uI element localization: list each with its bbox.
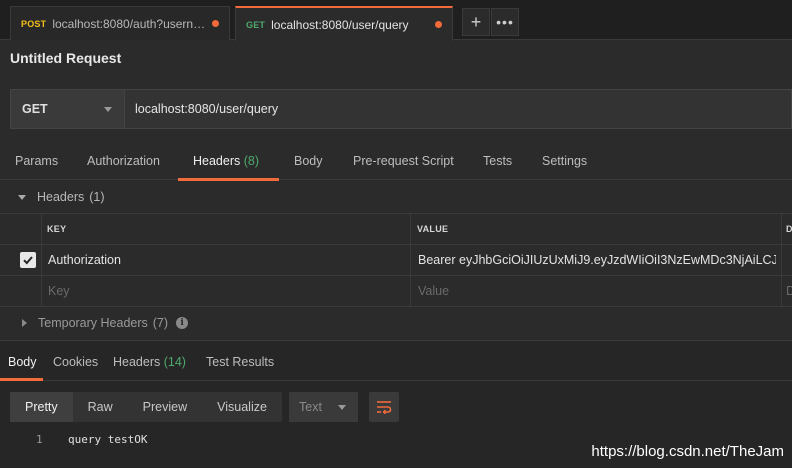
tab-tests[interactable]: Tests <box>483 154 512 168</box>
view-pretty-button[interactable]: Pretty <box>10 392 73 422</box>
temporary-headers-count: (7) <box>152 316 169 330</box>
tab-title: localhost:8080/user/query <box>271 17 409 32</box>
wrap-lines-icon <box>377 401 392 414</box>
tab-headers[interactable]: Headers (8) <box>193 154 259 168</box>
tab-body[interactable]: Body <box>294 154 323 168</box>
tab-headers-label: Headers <box>193 154 241 168</box>
tab-headers-count: (8) <box>243 154 260 168</box>
url-input-value: localhost:8080/user/query <box>135 102 279 116</box>
wrap-lines-button[interactable] <box>369 392 399 422</box>
plus-icon: + <box>470 11 482 32</box>
chevron-down-icon <box>338 405 346 410</box>
request-tab-get-user-query[interactable]: GET localhost:8080/user/query <box>235 6 453 41</box>
format-select[interactable]: Text <box>289 392 358 422</box>
url-bar: GET localhost:8080/user/query <box>10 89 792 129</box>
column-header-value: VALUE <box>417 224 449 234</box>
format-select-value: Text <box>299 400 322 414</box>
table-row-empty: Key Value D <box>0 276 792 307</box>
tab-authorization[interactable]: Authorization <box>87 154 160 168</box>
headers-table: KEY VALUE D Authorization Bearer eyJhbGc… <box>0 213 792 308</box>
request-tab-strip: POST localhost:8080/auth?usernam... GET … <box>0 0 792 41</box>
tab-settings[interactable]: Settings <box>542 154 587 168</box>
method-select[interactable]: GET <box>10 89 125 129</box>
response-tab-body[interactable]: Body <box>8 355 37 369</box>
active-tab-indicator <box>178 178 279 181</box>
header-key-cell[interactable]: Authorization <box>48 245 406 275</box>
code-line: query testOK <box>68 433 148 446</box>
active-response-tab-indicator <box>0 378 43 381</box>
request-config-tabs: Params Authorization Headers (8) Body Pr… <box>0 146 792 181</box>
column-header-key: KEY <box>47 224 67 234</box>
key-input-placeholder[interactable]: Key <box>48 276 406 306</box>
check-icon <box>23 256 33 265</box>
chevron-down-icon <box>104 107 112 112</box>
method-badge-get: GET <box>246 19 266 30</box>
url-input[interactable]: localhost:8080/user/query <box>125 89 792 129</box>
temporary-headers-title: Temporary Headers <box>38 316 148 330</box>
info-icon[interactable]: i <box>176 317 189 329</box>
response-tab-headers-label: Headers <box>113 355 161 369</box>
headers-section-count: (1) <box>89 190 105 204</box>
line-number: 1 <box>36 433 43 446</box>
response-pane: Body Cookies Headers (14) Test Results P… <box>0 340 792 468</box>
request-tab-post-auth[interactable]: POST localhost:8080/auth?usernam... <box>10 6 230 40</box>
watermark-text: https://blog.csdn.net/TheJam <box>591 443 784 460</box>
description-input-placeholder[interactable]: D <box>786 276 792 306</box>
view-raw-button[interactable]: Raw <box>73 392 128 422</box>
more-icon: ••• <box>496 14 514 30</box>
method-badge-post: POST <box>21 18 47 29</box>
table-row: Authorization Bearer eyJhbGciOiJIUzUxMiJ… <box>0 245 792 276</box>
column-header-description: D <box>786 224 792 234</box>
new-tab-button[interactable]: + <box>462 8 490 36</box>
unsaved-dot-icon <box>435 21 442 28</box>
headers-section-title: Headers <box>37 190 85 204</box>
tab-prerequest-script[interactable]: Pre-request Script <box>353 154 454 168</box>
view-mode-toggle: Pretty Raw Preview Visualize <box>10 392 282 422</box>
response-tabs: Body Cookies Headers (14) Test Results <box>0 341 792 381</box>
temporary-headers-toggle[interactable]: Temporary Headers (7) i <box>22 316 189 330</box>
caret-down-icon <box>18 194 26 200</box>
unsaved-dot-icon <box>212 20 219 27</box>
request-title[interactable]: Untitled Request <box>10 50 121 66</box>
tab-params[interactable]: Params <box>15 154 58 168</box>
table-header-row: KEY VALUE D <box>0 214 792 245</box>
headers-section-toggle[interactable]: Headers (1) <box>18 190 105 204</box>
view-preview-button[interactable]: Preview <box>128 392 202 422</box>
response-tab-headers-count: (14) <box>163 355 186 369</box>
tab-title: localhost:8080/auth?usernam... <box>52 16 206 31</box>
response-tab-headers[interactable]: Headers (14) <box>113 355 186 369</box>
view-visualize-button[interactable]: Visualize <box>202 392 282 422</box>
method-select-value: GET <box>22 102 48 116</box>
header-enabled-checkbox[interactable] <box>20 252 36 268</box>
more-tabs-button[interactable]: ••• <box>491 8 519 36</box>
caret-right-icon <box>22 319 27 327</box>
value-input-placeholder[interactable]: Value <box>418 276 776 306</box>
header-value-cell[interactable]: Bearer eyJhbGciOiJIUzUxMiJ9.eyJzdWIiOiI3… <box>418 245 776 275</box>
response-tab-cookies[interactable]: Cookies <box>53 355 98 369</box>
response-tab-test-results[interactable]: Test Results <box>206 355 274 369</box>
